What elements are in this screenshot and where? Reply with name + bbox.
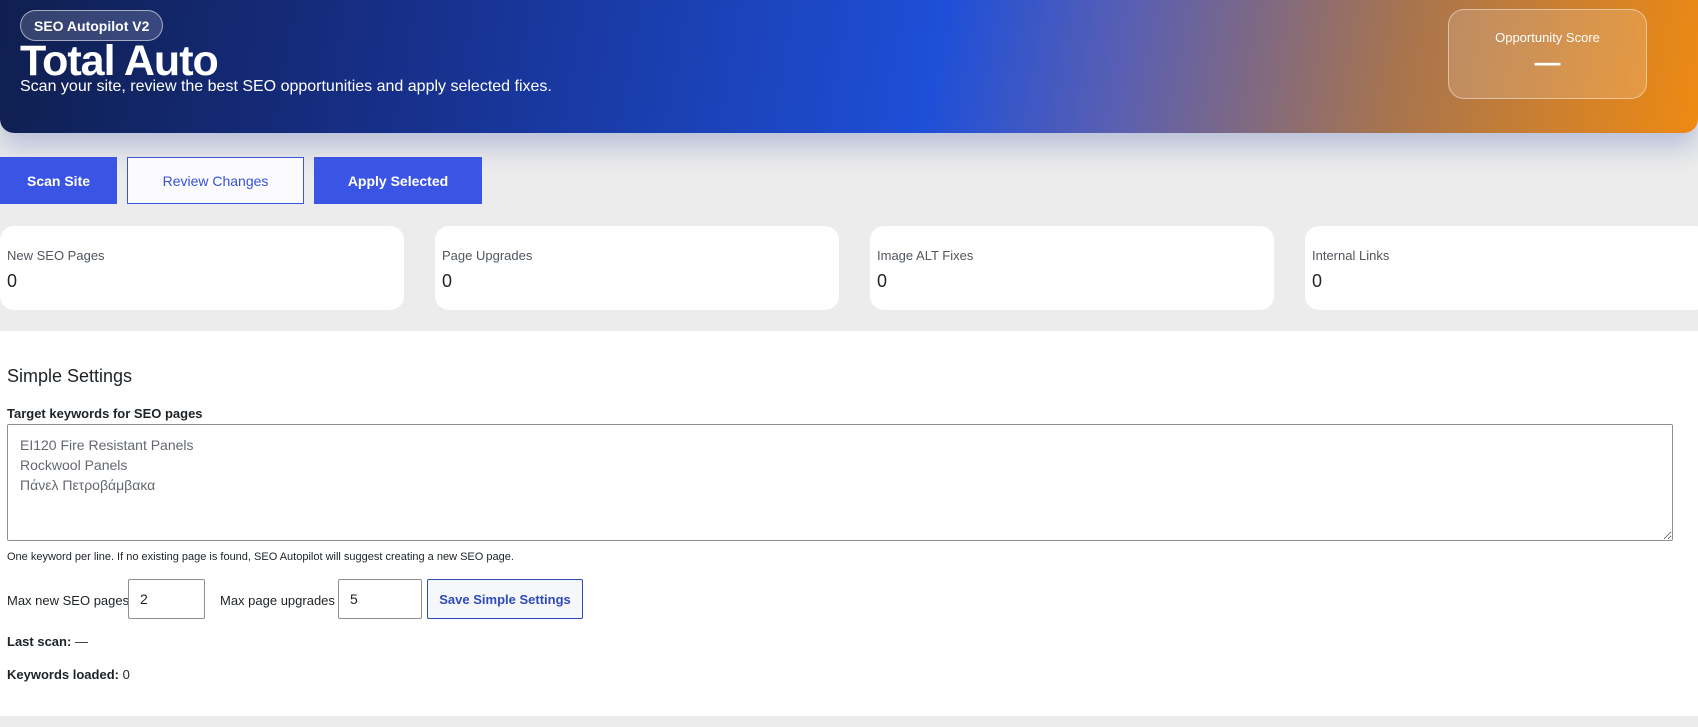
keywords-loaded-value: 0 (122, 667, 130, 682)
stat-label: Image ALT Fixes (877, 248, 974, 263)
last-scan-value: — (74, 634, 88, 649)
opportunity-score-card: Opportunity Score — (1448, 9, 1647, 99)
apply-selected-button[interactable]: Apply Selected (314, 157, 482, 204)
keywords-loaded-label: Keywords loaded: (7, 667, 119, 682)
stat-value: 0 (877, 271, 888, 291)
review-changes-button[interactable]: Review Changes (127, 157, 304, 204)
stat-label: New SEO Pages (7, 248, 105, 263)
stat-value: 0 (7, 271, 18, 291)
keywords-label: Target keywords for SEO pages (7, 406, 203, 421)
stat-card-new-seo-pages: New SEO Pages 0 (0, 226, 404, 310)
keywords-help-text: One keyword per line. If no existing pag… (7, 551, 514, 563)
scan-site-button[interactable]: Scan Site (0, 157, 117, 204)
stat-label: Page Upgrades (442, 248, 533, 263)
last-scan-label: Last scan: (7, 634, 72, 649)
stat-value: 0 (1312, 271, 1323, 291)
max-page-upgrades-label: Max page upgrades (220, 593, 335, 608)
stat-card-internal-links: Internal Links 0 (1305, 226, 1698, 310)
stat-label: Internal Links (1312, 248, 1390, 263)
hero-banner: SEO Autopilot V2 Total Auto Scan your si… (0, 0, 1698, 133)
keywords-textarea[interactable]: EI120 Fire Resistant Panels Rockwool Pan… (7, 424, 1673, 541)
stat-card-image-alt-fixes: Image ALT Fixes 0 (870, 226, 1274, 310)
settings-title: Simple Settings (7, 366, 133, 386)
save-settings-button[interactable]: Save Simple Settings (427, 579, 583, 619)
max-new-pages-input[interactable] (128, 579, 205, 619)
keywords-loaded-status: Keywords loaded: 0 (7, 667, 130, 682)
stat-card-page-upgrades: Page Upgrades 0 (435, 226, 839, 310)
max-page-upgrades-input[interactable] (338, 579, 422, 619)
opportunity-score-label: Opportunity Score (1495, 30, 1600, 45)
max-new-pages-label: Max new SEO pages (7, 593, 130, 608)
stat-value: 0 (442, 271, 453, 291)
simple-settings-panel: Simple Settings Target keywords for SEO … (0, 331, 1698, 716)
last-scan-status: Last scan: — (7, 634, 88, 649)
opportunity-score-value: — (1534, 47, 1561, 77)
page-subtitle: Scan your site, review the best SEO oppo… (20, 78, 552, 95)
